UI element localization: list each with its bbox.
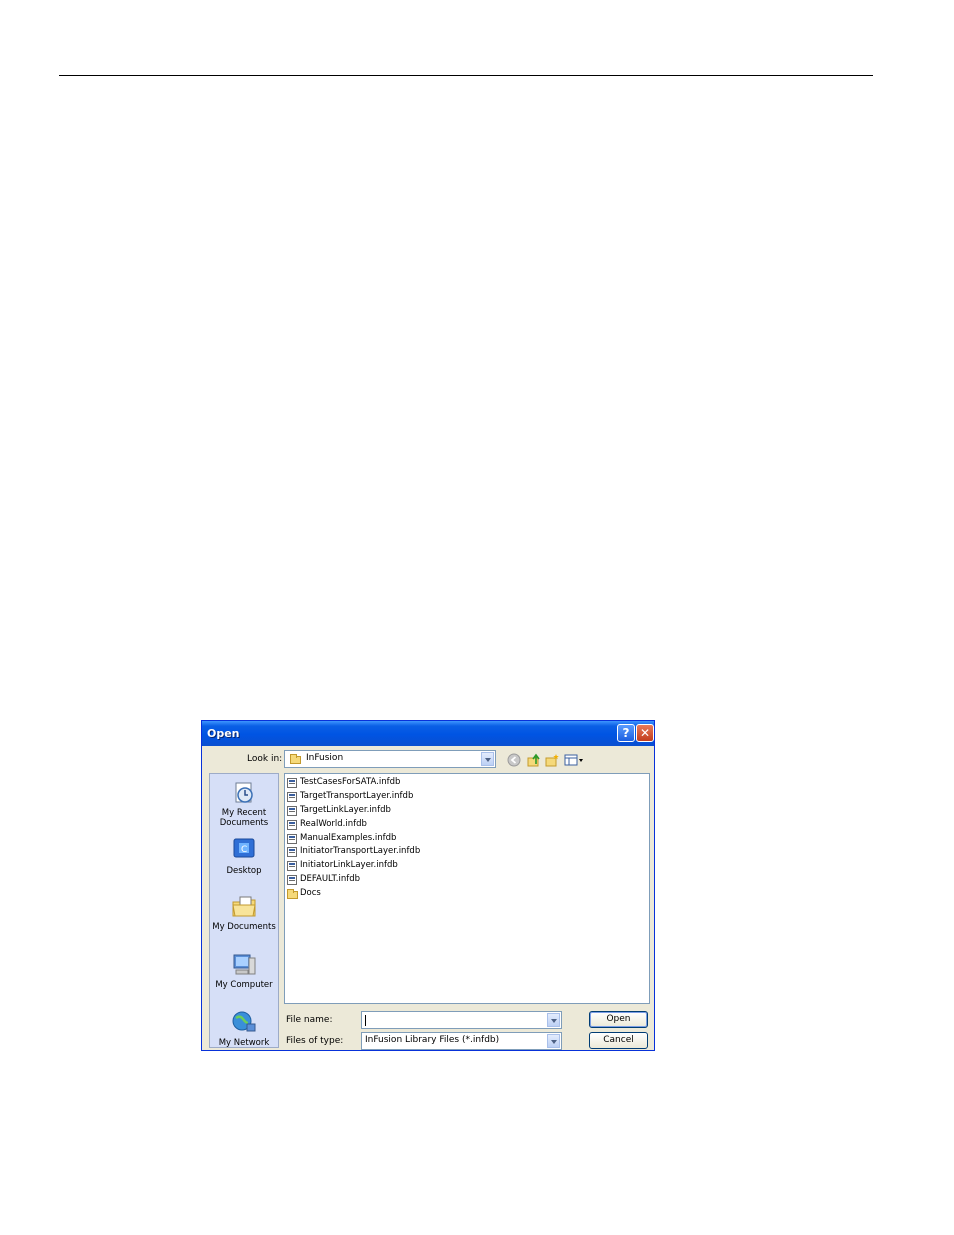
title-bar[interactable]: Open ? ✕ [202,721,654,746]
new-folder-icon[interactable] [545,753,559,767]
file-name: RealWorld.infdb [300,819,367,829]
file-name-input[interactable] [361,1011,562,1029]
recent-documents-icon [235,782,253,803]
chevron-down-icon[interactable] [481,752,494,766]
look-in-value: InFusion [306,753,344,763]
desktop-icon: C [233,838,255,858]
files-of-type-label: Files of type: [286,1036,344,1046]
text-cursor [365,1015,366,1026]
infdb-file-icon [287,778,297,788]
infdb-file-icon [287,875,297,885]
svg-text:C: C [241,845,247,855]
infdb-file-icon [287,834,297,844]
place-label: My Recent Documents [219,808,269,828]
files-of-type-dropdown[interactable]: InFusion Library Files (*.infdb) [361,1032,562,1050]
look-in-dropdown[interactable]: InFusion [284,750,496,768]
back-icon[interactable] [507,753,521,767]
my-network-icon [232,1011,256,1032]
folder-icon [290,754,301,764]
place-label: Desktop [226,866,262,876]
infdb-file-icon [287,806,297,816]
file-name: InitiatorTransportLayer.infdb [300,846,421,856]
chevron-down-icon[interactable] [547,1013,560,1027]
views-menu-icon[interactable] [564,753,584,767]
file-name: TargetLinkLayer.infdb [300,805,391,815]
file-name-label: File name: [286,1015,333,1025]
dialog-title: Open [207,727,240,740]
infdb-file-icon [287,820,297,830]
my-computer-icon [233,954,256,975]
file-list[interactable]: TestCasesForSATA.infdb TargetTransportLa… [284,773,650,1004]
file-name: DEFAULT.infdb [300,874,361,884]
close-icon: ✕ [639,726,651,740]
page-header-rule [59,75,873,76]
infdb-file-icon [287,861,297,871]
file-name: InitiatorLinkLayer.infdb [300,860,398,870]
folder-name: Docs [300,888,321,898]
place-label: My Network [218,1038,270,1048]
infdb-file-icon [287,792,297,802]
file-name: TargetTransportLayer.infdb [300,791,414,801]
folder-icon [287,889,298,899]
up-folder-icon[interactable] [527,753,541,767]
file-name: TestCasesForSATA.infdb [300,777,401,787]
close-button[interactable]: ✕ [636,724,654,742]
infdb-file-icon [287,847,297,857]
place-label: My Computer [215,980,273,990]
places-bar: My Recent Documents C Desktop My Documen… [209,773,279,1048]
files-of-type-value: InFusion Library Files (*.infdb) [365,1035,500,1045]
place-label: My Documents [212,922,276,932]
open-button[interactable]: Open [589,1011,648,1028]
look-in-label: Look in: [247,754,283,764]
file-name: ManualExamples.infdb [300,833,397,843]
chevron-down-icon[interactable] [547,1034,560,1048]
open-dialog: Open ? ✕ Look in: InFusion My Recent Doc… [201,720,655,1051]
my-documents-icon [232,896,256,917]
help-icon: ? [622,726,630,740]
cancel-button[interactable]: Cancel [589,1032,648,1049]
help-button[interactable]: ? [617,724,635,742]
